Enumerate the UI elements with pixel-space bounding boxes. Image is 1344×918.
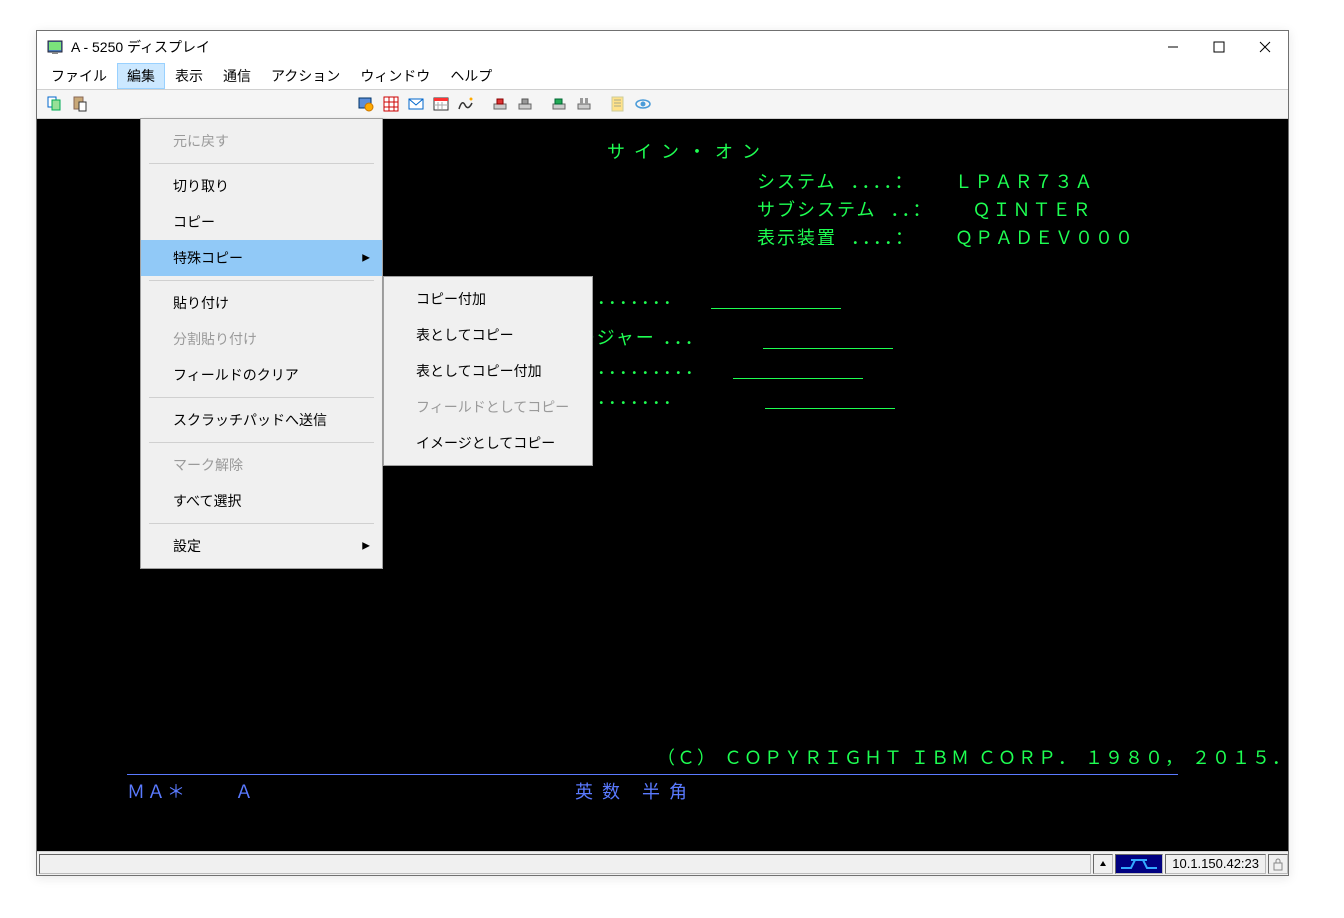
menu-help[interactable]: ヘルプ (440, 63, 502, 89)
titlebar: A - 5250 ディスプレイ (37, 31, 1288, 63)
lock-icon[interactable] (1268, 854, 1288, 874)
app-icon (47, 39, 63, 55)
submenu-copy-as-table-append[interactable]: 表としてコピー付加 (384, 353, 592, 389)
menu-unmark: マーク解除 (141, 447, 382, 483)
toolbar-mail-icon[interactable] (404, 92, 428, 116)
term-device-value: ＱＰＡＤＥＶ０００ (955, 228, 1135, 248)
toolbar-device2-icon[interactable] (513, 92, 537, 116)
menu-special-copy[interactable]: 特殊コピー▶ (141, 240, 382, 276)
menu-edit[interactable]: 編集 (117, 63, 165, 89)
term-mode2: 半 角 (642, 782, 689, 802)
term-separator (127, 774, 1178, 775)
toolbar-copy-icon[interactable] (43, 92, 67, 116)
special-copy-submenu: コピー付加 表としてコピー 表としてコピー付加 フィールドとしてコピー イメージ… (383, 276, 593, 466)
term-system-label: システム ．．．．： (757, 172, 914, 192)
term-input-2[interactable] (763, 329, 893, 349)
menu-clear-field[interactable]: フィールドのクリア (141, 357, 382, 393)
term-input-4[interactable] (765, 389, 895, 409)
menu-action[interactable]: アクション (261, 63, 350, 89)
toolbar-calendar-icon[interactable] (429, 92, 453, 116)
submenu-copy-append[interactable]: コピー付加 (384, 281, 592, 317)
term-a: Ａ (235, 782, 255, 802)
menu-window[interactable]: ウィンドウ (350, 63, 440, 89)
toolbar-device1-icon[interactable] (488, 92, 512, 116)
edit-menu-dropdown: 元に戻す 切り取り コピー 特殊コピー▶ 貼り付け 分割貼り付け フィールドのク… (140, 118, 383, 569)
status-message (39, 854, 1091, 874)
term-mode1: 英 数 (575, 782, 622, 802)
menu-split-paste: 分割貼り付け (141, 321, 382, 357)
submenu-copy-as-field: フィールドとしてコピー (384, 389, 592, 425)
toolbar-settings-icon[interactable] (354, 92, 378, 116)
menu-copy[interactable]: コピー (141, 204, 382, 240)
window-title: A - 5250 ディスプレイ (71, 37, 1150, 57)
chevron-right-icon: ▶ (362, 253, 370, 264)
toolbar-device3-icon[interactable] (547, 92, 571, 116)
term-device-label: 表示装置 ．．．．： (757, 228, 915, 248)
chevron-right-icon: ▶ (362, 541, 370, 552)
term-ma: ＭＡ＊ (127, 782, 187, 802)
term-input-3[interactable] (733, 359, 863, 379)
minimize-button[interactable] (1150, 31, 1196, 63)
close-button[interactable] (1242, 31, 1288, 63)
toolbar-signature-icon[interactable] (454, 92, 478, 116)
submenu-copy-as-image[interactable]: イメージとしてコピー (384, 425, 592, 461)
submenu-copy-as-table[interactable]: 表としてコピー (384, 317, 592, 353)
menu-select-all[interactable]: すべて選択 (141, 483, 382, 519)
maximize-button[interactable] (1196, 31, 1242, 63)
status-arrow-button[interactable] (1093, 854, 1113, 874)
term-input-1[interactable] (711, 289, 841, 309)
term-title: サ イ ン ・ オ ン (607, 137, 1288, 167)
status-ip: 10.1.150.42:23 (1165, 854, 1266, 874)
term-copyright: （Ｃ） ＣＯＰＹＲＩＧＨＴ ＩＢＭ ＣＯＲＰ． １９８０， ２０１５． (657, 743, 1288, 773)
menu-send-scratchpad[interactable]: スクラッチパッドへ送信 (141, 402, 382, 438)
toolbar-device4-icon[interactable] (572, 92, 596, 116)
menu-file[interactable]: ファイル (41, 63, 117, 89)
term-system-value: ＬＰＡＲ７３Ａ (954, 172, 1094, 192)
toolbar-help-icon[interactable] (631, 92, 655, 116)
statusbar: 10.1.150.42:23 (37, 851, 1288, 875)
menu-paste[interactable]: 貼り付け (141, 285, 382, 321)
connection-icon (1115, 854, 1163, 874)
toolbar-note-icon[interactable] (606, 92, 630, 116)
menubar: ファイル 編集 表示 通信 アクション ウィンドウ ヘルプ (37, 63, 1288, 89)
term-subsystem-label: サブシステム ．．： (757, 200, 932, 220)
menu-comm[interactable]: 通信 (213, 63, 261, 89)
term-subsystem-value: ＱＩＮＴＥＲ (972, 200, 1092, 220)
menu-settings[interactable]: 設定▶ (141, 528, 382, 564)
toolbar-grid-red-icon[interactable] (379, 92, 403, 116)
menu-cut[interactable]: 切り取り (141, 168, 382, 204)
menu-view[interactable]: 表示 (165, 63, 213, 89)
menu-undo: 元に戻す (141, 123, 382, 159)
toolbar (37, 89, 1288, 119)
toolbar-paste-icon[interactable] (68, 92, 92, 116)
